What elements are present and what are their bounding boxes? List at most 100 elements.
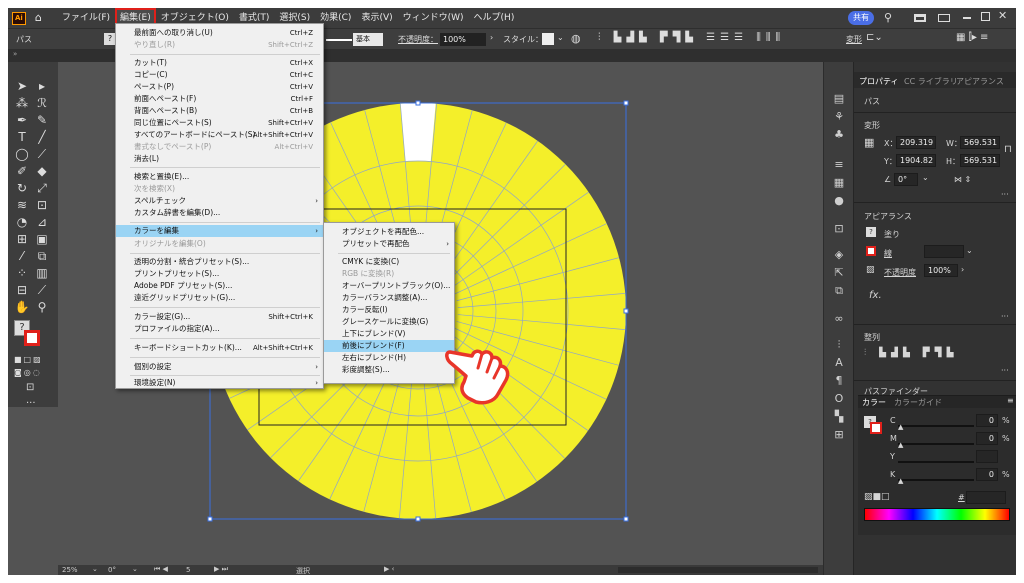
scale-tool-icon[interactable]: ⤢	[33, 180, 51, 196]
transform-panel-icon[interactable]: ▚	[831, 410, 847, 424]
opacity-arrow-icon[interactable]: ›	[490, 33, 493, 42]
type-tool-icon[interactable]: T	[13, 129, 31, 145]
panel-menu-icon[interactable]: ≡	[1007, 396, 1014, 405]
hex-field[interactable]	[966, 491, 1006, 504]
submenu-item-recolor-artwork[interactable]: オブジェクトを再配色...	[324, 226, 454, 238]
tab-color-guide[interactable]: カラーガイド	[894, 397, 942, 408]
properties-icon[interactable]: ▤	[831, 92, 847, 106]
submenu-item-convert-cmyk[interactable]: CMYK に変換(C)	[324, 256, 454, 268]
swatches-icon[interactable]: ▦	[831, 176, 847, 190]
artboard-nav-next-icon[interactable]: ▶ ⏭	[214, 565, 228, 574]
submenu-item-blend-vertically[interactable]: 上下にブレンド(V)	[324, 328, 454, 340]
artboard-tool-icon[interactable]: ⊟	[13, 282, 31, 298]
slider-thumb-icon[interactable]: ▲	[898, 477, 903, 485]
selection-handle[interactable]	[415, 516, 421, 522]
color-stroke-swatch[interactable]	[870, 422, 882, 434]
menu-item-clear[interactable]: 消去(L)	[116, 153, 323, 165]
submenu-item-convert-rgb[interactable]: RGB に変換(R)	[324, 268, 454, 280]
style-swatch[interactable]	[542, 33, 554, 45]
selection-handle[interactable]	[623, 516, 629, 522]
eyedropper-icon[interactable]: ⁄	[13, 248, 31, 264]
artboards-icon[interactable]: ⧉	[831, 284, 847, 298]
opacity-field[interactable]: 100%	[440, 33, 486, 46]
menu-item-redo[interactable]: やり直し(R) Shift+Ctrl+Z	[116, 39, 323, 51]
workspace-icon[interactable]	[938, 14, 950, 22]
blob-brush-icon[interactable]: ◆	[33, 163, 51, 179]
direct-selection-tool-icon[interactable]: ▸	[33, 78, 51, 94]
tab-color[interactable]: カラー	[862, 397, 886, 408]
menu-item-paste[interactable]: ペースト(P) Ctrl+V	[116, 81, 323, 93]
fx-button[interactable]: fx.	[869, 290, 882, 301]
x-field[interactable]: 209.319	[896, 136, 936, 149]
perspective-grid-icon[interactable]: ⊿	[33, 214, 51, 230]
selection-handle[interactable]	[623, 100, 629, 106]
lasso-icon[interactable]: ℛ	[33, 95, 51, 111]
menu-item-paste-all-artboards[interactable]: すべてのアートボードにペースト(S) Alt+Shift+Ctrl+V	[116, 129, 323, 141]
none-black-white-swatches[interactable]: ▨■□	[864, 492, 890, 502]
fill-swatch-small[interactable]: ?	[866, 227, 876, 237]
submenu-item-invert-colors[interactable]: カラー反転(I)	[324, 304, 454, 316]
menu-file[interactable]: ファイル(F)	[57, 8, 115, 28]
home-icon[interactable]: ⌂	[30, 8, 47, 28]
collapse-icon[interactable]: »	[13, 50, 17, 58]
horizontal-scrollbar[interactable]	[618, 567, 818, 573]
submenu-item-blend-horizontally[interactable]: 左右にブレンド(H)	[324, 352, 454, 364]
submenu-item-blend-front-to-back[interactable]: 前後にブレンド(F)	[324, 340, 454, 352]
menu-item-assign-profile[interactable]: プロファイルの指定(A)...	[116, 323, 323, 335]
graph-tool-icon[interactable]: ▥	[33, 265, 51, 281]
libraries-icon[interactable]: ⚘	[831, 110, 847, 124]
artboard-nav-prev-icon[interactable]: ⏮ ◀	[154, 565, 168, 574]
stack-icon[interactable]: ◈	[831, 248, 847, 262]
menu-item-paste-in-place[interactable]: 同じ位置にペースト(S) Shift+Ctrl+V	[116, 117, 323, 129]
menu-item-paste-front[interactable]: 前面へペースト(F) Ctrl+F	[116, 93, 323, 105]
tab-cc-libraries[interactable]: CC ライブラリ	[904, 76, 958, 87]
pencil-tool-icon[interactable]: ✐	[13, 163, 31, 179]
arrange-icon[interactable]	[914, 14, 926, 22]
angle-dropdown-icon[interactable]: ⌄	[922, 173, 929, 182]
channel-k-field[interactable]: 0	[976, 468, 998, 481]
magic-wand-icon[interactable]: ⁂	[13, 95, 31, 111]
mesh-tool-icon[interactable]: ⊞	[13, 231, 31, 247]
shape-builder-icon[interactable]: ◔	[13, 214, 31, 230]
arrange-docs-icon[interactable]: ▦ ⫿▸ ≡	[956, 32, 988, 43]
menu-item-keyboard-shortcuts[interactable]: キーボードショートカット(K)... Alt+Shift+Ctrl+K	[116, 342, 323, 354]
maximize-icon[interactable]	[981, 12, 990, 21]
artboard-number-field[interactable]: 5	[186, 566, 190, 574]
share-button[interactable]: 共有	[848, 11, 874, 25]
menu-item-edit-colors[interactable]: カラーを編集 ›	[116, 225, 323, 237]
line-tool-icon[interactable]: ╱	[33, 129, 51, 145]
channel-m-slider[interactable]	[898, 443, 974, 445]
slider-thumb-icon[interactable]: ▲	[898, 423, 903, 431]
submenu-item-overprint-black[interactable]: オーバープリントブラック(O)...	[324, 280, 454, 292]
menu-item-undo[interactable]: 最前面への取り消し(U) Ctrl+Z	[116, 27, 323, 39]
stroke-swatch-tool[interactable]	[24, 330, 40, 346]
tab-properties[interactable]: プロパティ	[859, 76, 899, 87]
menu-help[interactable]: ヘルプ(H)	[469, 8, 520, 28]
more-options-icon[interactable]: ···	[1001, 190, 1009, 199]
hand-tool-icon[interactable]: ✋	[13, 299, 31, 315]
more-options-icon[interactable]: ···	[1001, 312, 1009, 321]
slider-thumb-icon[interactable]: ▲	[898, 441, 903, 449]
menu-item-paste-unformatted[interactable]: 書式なしでペースト(P) Alt+Ctrl+V	[116, 141, 323, 153]
curvature-icon[interactable]: ✎	[33, 112, 51, 128]
menu-item-paste-back[interactable]: 背面へペースト(B) Ctrl+B	[116, 105, 323, 117]
selection-handle[interactable]	[207, 516, 213, 522]
submenu-item-recolor-preset[interactable]: プリセットで再配色 ›	[324, 238, 454, 250]
menu-window[interactable]: ウィンドウ(W)	[398, 8, 469, 28]
flip-icons[interactable]: ⋈ ⇕	[954, 175, 971, 184]
rotate-tool-icon[interactable]: ↻	[13, 180, 31, 196]
y-field[interactable]: 1904.82	[896, 154, 936, 167]
constrain-proportions-icon[interactable]: ⊓	[1004, 144, 1012, 155]
screen-mode-icon[interactable]: ⊡	[26, 382, 34, 393]
recolor-icon[interactable]: ◍	[571, 32, 581, 45]
menu-item-find-replace[interactable]: 検索と置換(E)...	[116, 171, 323, 183]
menu-item-pdf-presets[interactable]: Adobe PDF プリセット(S)...	[116, 280, 323, 292]
disc-missing-segment[interactable]	[400, 103, 436, 162]
channel-y-slider[interactable]	[898, 461, 974, 463]
align-icons[interactable]: ⫶ ▙▟▙ ▛▜▙ ☰☰☰ ⫼⫼⫼	[598, 32, 785, 43]
menu-item-spell-check[interactable]: スペルチェック ›	[116, 195, 323, 207]
blend-tool-icon[interactable]: ⧉	[33, 248, 51, 264]
align-panel-icon[interactable]: ⫶	[831, 338, 847, 352]
reference-point-icon[interactable]: ▦	[864, 136, 874, 149]
color-mode-icons[interactable]: ■□▨	[14, 355, 43, 364]
